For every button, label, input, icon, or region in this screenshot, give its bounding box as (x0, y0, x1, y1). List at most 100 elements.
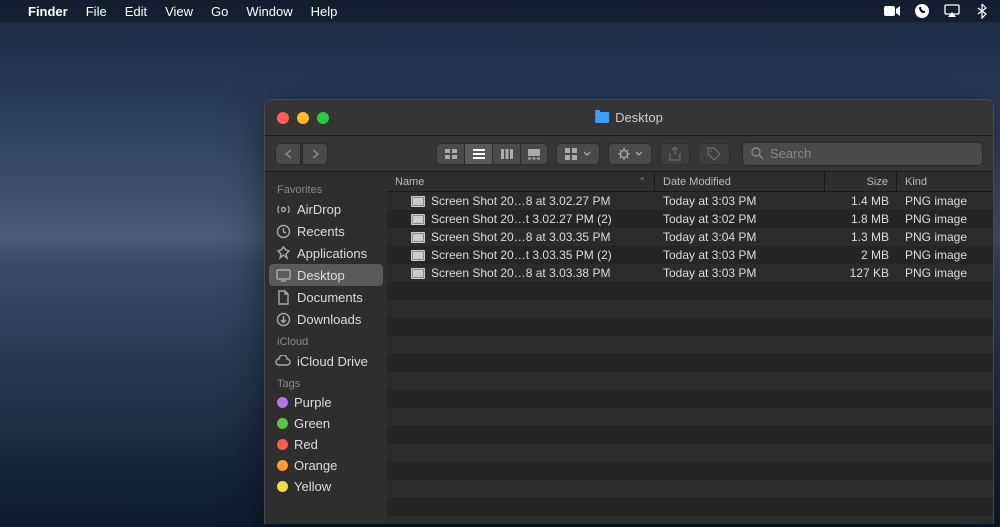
tag-dot-icon (277, 481, 288, 492)
image-file-icon (411, 196, 425, 207)
sidebar-item-purple[interactable]: Purple (265, 392, 387, 413)
search-icon (751, 147, 764, 160)
empty-row (387, 426, 993, 444)
desktop-icon (275, 267, 291, 283)
column-kind[interactable]: Kind (897, 172, 993, 191)
file-row[interactable]: Screen Shot 20…t 3.03.35 PM (2)Today at … (387, 246, 993, 264)
sidebar-item-label: iCloud Drive (297, 354, 368, 369)
downloads-icon (275, 311, 291, 327)
sidebar-header: Favorites (265, 178, 387, 198)
sidebar-item-label: Green (294, 416, 330, 431)
action-button[interactable] (608, 143, 652, 165)
menu-view[interactable]: View (165, 4, 193, 19)
file-size: 1.8 MB (825, 212, 897, 226)
sidebar-item-label: Recents (297, 224, 345, 239)
empty-row (387, 336, 993, 354)
file-row[interactable]: Screen Shot 20…8 at 3.03.38 PMToday at 3… (387, 264, 993, 282)
apps-icon (275, 245, 291, 261)
image-file-icon (411, 268, 425, 279)
sidebar-item-label: Orange (294, 458, 337, 473)
sidebar-header: iCloud (265, 330, 387, 350)
close-button[interactable] (277, 112, 289, 124)
sidebar-item-downloads[interactable]: Downloads (265, 308, 387, 330)
empty-row (387, 408, 993, 426)
facetime-icon[interactable] (884, 3, 900, 19)
file-name: Screen Shot 20…t 3.02.27 PM (2) (431, 212, 612, 226)
toolbar: Search (265, 136, 993, 172)
sidebar-item-orange[interactable]: Orange (265, 455, 387, 476)
titlebar[interactable]: Desktop (265, 100, 993, 136)
sidebar-header: Tags (265, 372, 387, 392)
file-kind: PNG image (897, 230, 993, 244)
view-list-button[interactable] (464, 143, 492, 165)
file-date: Today at 3:03 PM (655, 194, 825, 208)
search-field[interactable]: Search (742, 142, 983, 166)
sidebar-item-red[interactable]: Red (265, 434, 387, 455)
sidebar-item-green[interactable]: Green (265, 413, 387, 434)
sidebar-item-label: Desktop (297, 268, 345, 283)
menu-go[interactable]: Go (211, 4, 228, 19)
view-columns-button[interactable] (492, 143, 520, 165)
group-button[interactable] (556, 143, 600, 165)
sidebar-item-icloud-drive[interactable]: iCloud Drive (265, 350, 387, 372)
column-size[interactable]: Size (825, 172, 897, 191)
share-button[interactable] (660, 143, 690, 165)
empty-row (387, 444, 993, 462)
file-kind: PNG image (897, 194, 993, 208)
empty-row (387, 480, 993, 498)
file-name: Screen Shot 20…t 3.03.35 PM (2) (431, 248, 612, 262)
minimize-button[interactable] (297, 112, 309, 124)
app-menu[interactable]: Finder (28, 4, 68, 19)
file-date: Today at 3:03 PM (655, 266, 825, 280)
back-button[interactable] (275, 143, 301, 165)
empty-row (387, 318, 993, 336)
file-row[interactable]: Screen Shot 20…t 3.02.27 PM (2)Today at … (387, 210, 993, 228)
sidebar: FavoritesAirDrop Recents Applications Deskt… (265, 172, 387, 524)
folder-icon (595, 112, 609, 123)
empty-row (387, 354, 993, 372)
zoom-button[interactable] (317, 112, 329, 124)
column-name[interactable]: Name⌃ (387, 172, 655, 191)
tags-button[interactable] (698, 143, 730, 165)
file-row[interactable]: Screen Shot 20…8 at 3.02.27 PMToday at 3… (387, 192, 993, 210)
airdrop-icon (275, 201, 291, 217)
sidebar-item-airdrop[interactable]: AirDrop (265, 198, 387, 220)
tag-dot-icon (277, 460, 288, 471)
sidebar-item-documents[interactable]: Documents (265, 286, 387, 308)
menu-help[interactable]: Help (311, 4, 338, 19)
viber-icon[interactable] (914, 3, 930, 19)
image-file-icon (411, 232, 425, 243)
sidebar-item-recents[interactable]: Recents (265, 220, 387, 242)
menu-window[interactable]: Window (246, 4, 292, 19)
content-area: Name⌃ Date Modified Size Kind Screen Sho… (387, 172, 993, 524)
sidebar-item-yellow[interactable]: Yellow (265, 476, 387, 497)
empty-row (387, 516, 993, 524)
image-file-icon (411, 214, 425, 225)
column-date[interactable]: Date Modified (655, 172, 825, 191)
file-kind: PNG image (897, 248, 993, 262)
search-placeholder: Search (770, 146, 811, 161)
sidebar-item-label: Yellow (294, 479, 331, 494)
file-size: 1.4 MB (825, 194, 897, 208)
menu-file[interactable]: File (86, 4, 107, 19)
sidebar-item-label: Purple (294, 395, 332, 410)
bluetooth-icon[interactable] (974, 3, 990, 19)
empty-row (387, 282, 993, 300)
sidebar-item-applications[interactable]: Applications (265, 242, 387, 264)
file-row[interactable]: Screen Shot 20…8 at 3.03.35 PMToday at 3… (387, 228, 993, 246)
tag-dot-icon (277, 397, 288, 408)
sidebar-item-label: Red (294, 437, 318, 452)
view-icons-button[interactable] (436, 143, 464, 165)
image-file-icon (411, 250, 425, 261)
file-size: 127 KB (825, 266, 897, 280)
window-title: Desktop (595, 110, 663, 125)
clock-icon (275, 223, 291, 239)
airplay-icon[interactable] (944, 3, 960, 19)
sidebar-item-desktop[interactable]: Desktop (269, 264, 383, 286)
file-date: Today at 3:04 PM (655, 230, 825, 244)
forward-button[interactable] (302, 143, 328, 165)
view-gallery-button[interactable] (520, 143, 548, 165)
empty-row (387, 498, 993, 516)
file-list[interactable]: Screen Shot 20…8 at 3.02.27 PMToday at 3… (387, 192, 993, 524)
menu-edit[interactable]: Edit (125, 4, 147, 19)
